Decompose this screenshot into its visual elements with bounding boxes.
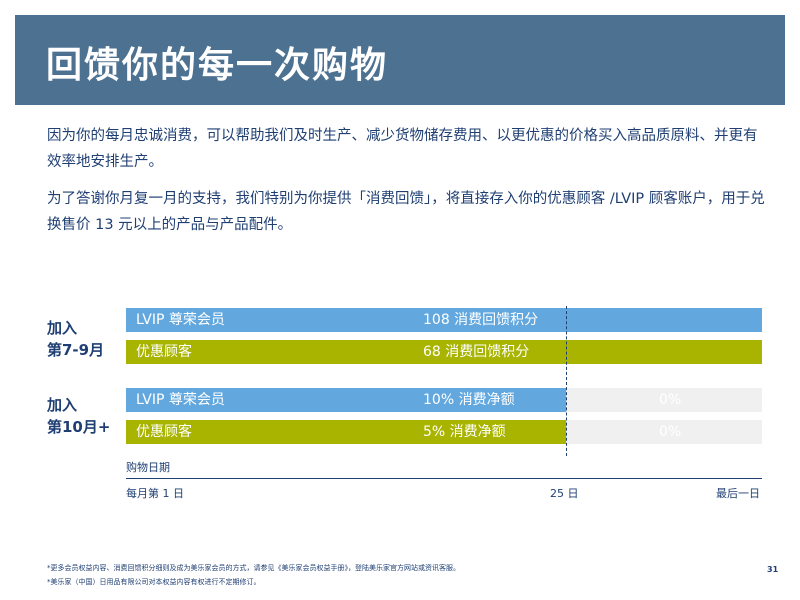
footnote-1: *更多会员权益内容、消费回馈积分细则及成为美乐家会员的方式，请参见《美乐家会员权… xyxy=(47,564,460,572)
axis-start-label: 每月第 1 日 xyxy=(126,487,184,500)
after-cutoff-bar: 0% xyxy=(566,388,762,412)
group-label-line1: 加入 xyxy=(47,396,78,414)
tier-label: LVIP 尊荣会员 xyxy=(136,392,225,408)
group-label-line2: 第7-9月 xyxy=(47,341,105,359)
group-label-line2: 第10月+ xyxy=(47,418,111,436)
cutoff-dashed-line xyxy=(566,306,567,456)
reward-value: 5% 消费净额 xyxy=(423,424,506,440)
preferred-reward-bar: 优惠顾客 68 消费回馈积分 xyxy=(126,340,762,364)
group-label-month-10-plus: 加入 第10月+ xyxy=(47,394,110,438)
page-title: 回馈你的每一次购物 xyxy=(46,45,389,86)
axis-end-label: 最后一日 xyxy=(716,487,760,500)
intro-paragraph-1: 因为你的每月忠诚消费，可以帮助我们及时生产、减少货物储存费用、以更优惠的价格买入… xyxy=(47,128,758,170)
axis-mid-label: 25 日 xyxy=(550,487,579,500)
axis-title: 购物日期 xyxy=(126,461,170,474)
after-cutoff-bar: 0% xyxy=(566,420,762,444)
tier-label: LVIP 尊荣会员 xyxy=(136,312,225,328)
lvip-reward-bar: LVIP 尊荣会员 108 消费回馈积分 xyxy=(126,308,762,332)
preferred-reward-bar: 优惠顾客 5% 消费净额 xyxy=(126,420,566,444)
group-label-months-7-9: 加入 第7-9月 xyxy=(47,317,104,361)
after-cutoff-value: 0% xyxy=(659,392,682,408)
group-label-line1: 加入 xyxy=(47,319,78,337)
tier-label: 优惠顾客 xyxy=(136,424,192,440)
reward-value: 10% 消费净额 xyxy=(423,392,515,408)
footnote-2: *美乐家（中国）日用品有限公司对本权益内容有权进行不定期修订。 xyxy=(47,578,261,586)
page-number: 31 xyxy=(767,565,779,574)
axis-line xyxy=(126,478,762,479)
reward-value: 108 消费回馈积分 xyxy=(423,312,539,328)
lvip-reward-bar: LVIP 尊荣会员 10% 消费净额 xyxy=(126,388,566,412)
after-cutoff-value: 0% xyxy=(659,424,682,440)
tier-label: 优惠顾客 xyxy=(136,344,192,360)
reward-value: 68 消费回馈积分 xyxy=(423,344,530,360)
intro-paragraph-2: 为了答谢你月复一月的支持，我们特别为你提供「消费回馈」，将直接存入你的优惠顾客 … xyxy=(47,191,765,233)
